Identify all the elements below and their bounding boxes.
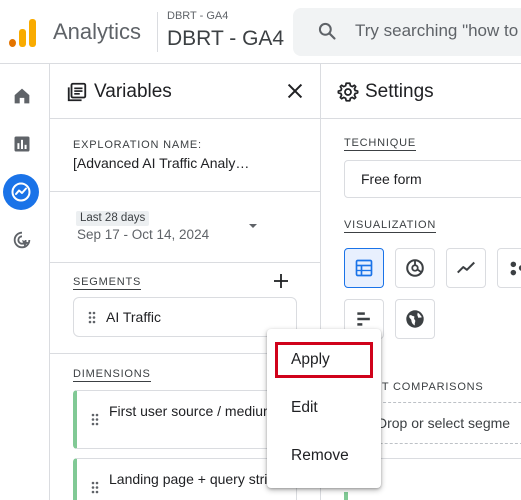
table-icon <box>355 259 373 277</box>
menu-item-edit[interactable]: Edit <box>291 399 318 417</box>
line-chart-icon <box>457 261 475 274</box>
app-root: Analytics DBRT - GA4 DBRT - GA4 Try sear… <box>0 0 521 500</box>
close-icon[interactable] <box>284 80 306 102</box>
viz-donut-button[interactable] <box>395 248 435 288</box>
segments-label: SEGMENTS <box>73 276 142 290</box>
segment-chip[interactable]: AI Traffic <box>73 297 297 337</box>
top-header: Analytics DBRT - GA4 DBRT - GA4 Try sear… <box>0 0 521 64</box>
scatter-icon <box>510 261 521 276</box>
bar-chart-icon <box>357 312 370 326</box>
date-range-section[interactable]: Last 28 days Sep 17 - Oct 14, 2024 <box>50 192 320 263</box>
reports-icon <box>14 136 30 152</box>
dimension-chip[interactable]: First user source / medium <box>73 390 297 449</box>
drag-handle-icon[interactable] <box>88 311 96 324</box>
viz-scatter-button[interactable] <box>497 248 521 288</box>
settings-title: Settings <box>365 81 434 102</box>
exploration-name-label: EXPLORATION NAME: <box>73 139 202 151</box>
advertising-icon <box>13 231 31 249</box>
add-segment-icon[interactable] <box>273 273 289 289</box>
search-placeholder: Try searching "how to <box>355 21 519 40</box>
visualization-label: VISUALIZATION <box>344 219 437 233</box>
explore-icon <box>11 182 31 202</box>
variables-title: Variables <box>94 81 172 102</box>
drag-handle-icon[interactable] <box>91 413 99 426</box>
date-preset-chip: Last 28 days <box>76 211 150 226</box>
search-icon <box>318 22 336 40</box>
header-divider <box>157 12 158 52</box>
analytics-logo[interactable] <box>9 17 37 47</box>
app-name: Analytics <box>53 19 142 44</box>
technique-select[interactable]: Free form <box>344 160 521 198</box>
account-name[interactable]: DBRT - GA4 <box>167 10 228 22</box>
dimension-chip-label: First user source / medium <box>109 403 275 419</box>
apply-highlight-annotation <box>275 342 373 378</box>
variables-icon <box>67 82 87 102</box>
property-name[interactable]: DBRT - GA4 <box>167 27 284 51</box>
exploration-name-section: EXPLORATION NAME: [Advanced AI Traffic A… <box>50 119 320 192</box>
home-icon <box>14 88 30 104</box>
viz-table-button[interactable] <box>344 248 384 288</box>
left-nav-rail <box>0 64 50 500</box>
menu-item-remove[interactable]: Remove <box>291 447 349 465</box>
viz-geo-button[interactable] <box>395 299 435 339</box>
exploration-name-input[interactable]: [Advanced AI Traffic Analy… <box>73 155 249 171</box>
nav-advertising[interactable] <box>6 224 38 256</box>
nav-home[interactable] <box>6 80 38 112</box>
globe-icon <box>406 310 424 328</box>
gear-icon <box>337 82 359 102</box>
technique-label: TECHNIQUE <box>344 137 416 151</box>
settings-header: Settings <box>321 64 521 119</box>
date-range-text: Sep 17 - Oct 14, 2024 <box>77 227 210 242</box>
drop-zone-text: Drop or select segme <box>377 415 511 431</box>
donut-icon <box>406 259 424 277</box>
segment-chip-label: AI Traffic <box>106 309 161 325</box>
chevron-down-icon <box>249 224 257 228</box>
dimension-chip-edge <box>344 492 348 500</box>
dimension-chip[interactable]: Landing page + query string <box>73 458 297 500</box>
search-bar[interactable]: Try searching "how to <box>293 8 521 56</box>
technique-value: Free form <box>361 171 422 187</box>
drag-handle-icon[interactable] <box>91 481 99 494</box>
variables-header: Variables <box>50 64 320 119</box>
dimensions-label: DIMENSIONS <box>73 368 151 382</box>
viz-line-button[interactable] <box>446 248 486 288</box>
nav-explore[interactable] <box>3 174 39 210</box>
segment-comparisons-label: ENT COMPARISONS <box>365 381 484 393</box>
dimension-chip-label: Landing page + query string <box>109 471 283 487</box>
nav-reports[interactable] <box>6 128 38 160</box>
